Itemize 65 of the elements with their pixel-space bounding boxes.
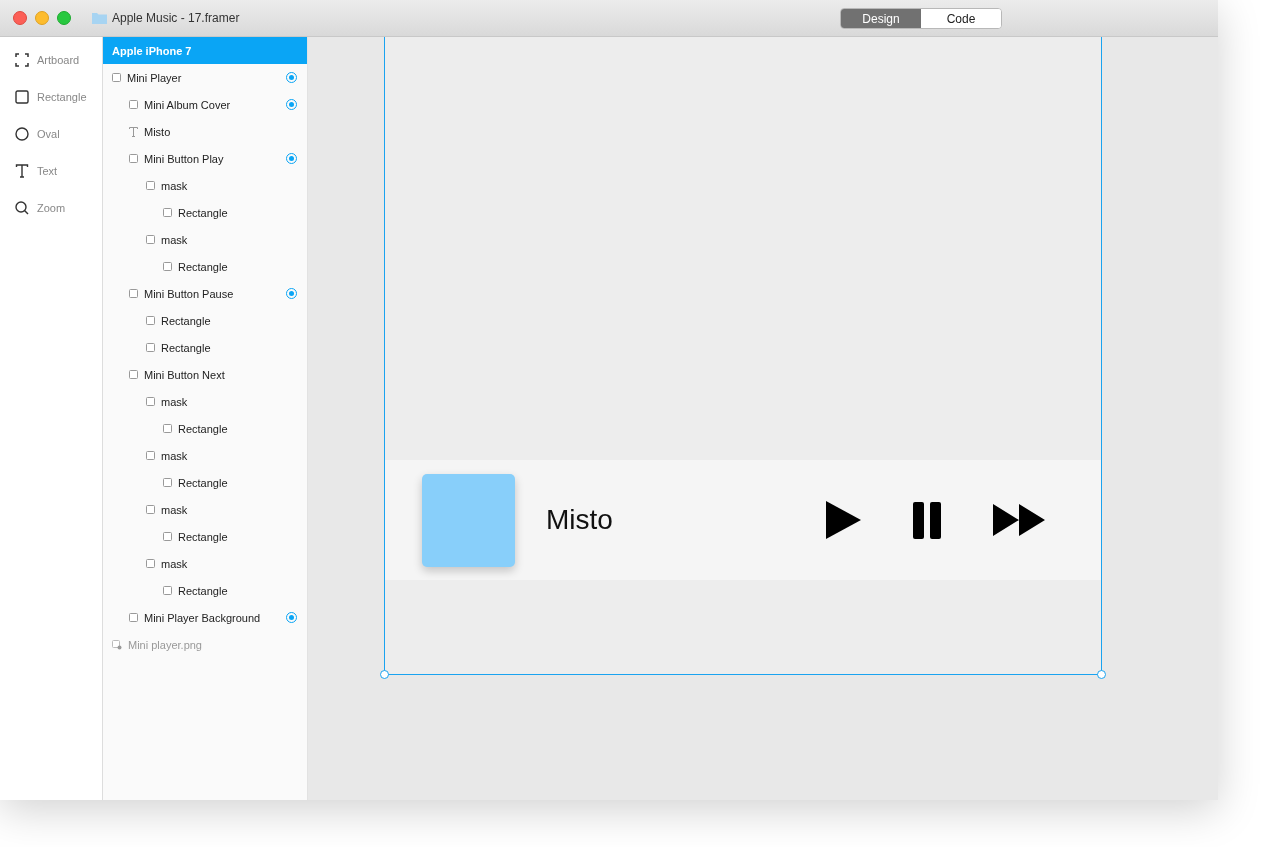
tool-button[interactable]: Zoom [0,197,102,219]
layer-row[interactable]: Mini Button Next [103,361,307,388]
song-title: Misto [546,504,614,536]
square-icon [129,100,138,109]
square-icon [163,586,172,595]
square-icon [146,451,155,460]
square-icon [129,370,138,379]
layer-row[interactable]: Mini Button Pause [103,280,307,307]
layer-row[interactable]: Rectangle [103,307,307,334]
square-icon [163,478,172,487]
square-icon [146,316,155,325]
square-icon [146,559,155,568]
artboard-icon [15,53,29,67]
square-icon [163,424,172,433]
pause-button[interactable] [913,501,941,539]
square-icon [163,532,172,541]
search-icon [15,201,29,215]
circle-icon [15,127,29,141]
square-icon [146,397,155,406]
layer-row[interactable]: Rectangle [103,253,307,280]
layer-row[interactable]: mask [103,442,307,469]
zoom-button[interactable] [57,11,71,25]
square-icon [129,613,138,622]
folder-icon [92,12,107,24]
layer-row[interactable]: Rectangle [103,577,307,604]
layer-row[interactable]: Rectangle [103,199,307,226]
square-icon [146,505,155,514]
fast-forward-button[interactable] [993,504,1045,536]
text-icon [15,164,29,178]
square-icon [163,208,172,217]
square-icon [163,262,172,271]
square-icon [15,90,29,104]
mode-tab[interactable]: Design [841,9,921,28]
tool-button[interactable]: Artboard [0,49,102,71]
tool-button[interactable]: Text [0,160,102,182]
window-title: Apple Music - 17.framer [112,11,240,25]
layer-row[interactable]: Misto [103,118,307,145]
image-file-icon [112,639,122,650]
tool-button[interactable]: Oval [0,123,102,145]
square-icon [129,289,138,298]
play-button[interactable] [826,501,861,539]
square-icon [112,73,121,82]
minimize-button[interactable] [35,11,49,25]
layer-row[interactable]: Rectangle [103,334,307,361]
layer-row[interactable]: Rectangle [103,523,307,550]
layer-row[interactable]: mask [103,388,307,415]
layer-row[interactable]: mask [103,550,307,577]
square-icon [129,154,138,163]
layer-row[interactable]: Mini Album Cover [103,91,307,118]
layer-row[interactable]: mask [103,172,307,199]
layer-row[interactable]: Mini Player [103,64,307,91]
text-icon [129,126,138,137]
layer-row[interactable]: Rectangle [103,469,307,496]
resize-handle[interactable] [380,670,389,679]
square-icon [146,235,155,244]
layer-row[interactable]: mask [103,496,307,523]
square-icon [146,181,155,190]
layer-row[interactable]: Rectangle [103,415,307,442]
layer-row[interactable]: Mini Player Background [103,604,307,631]
resize-handle[interactable] [1097,670,1106,679]
layer-row[interactable]: Mini Button Play [103,145,307,172]
layer-row[interactable]: mask [103,226,307,253]
tool-button[interactable]: Rectangle [0,86,102,108]
square-icon [146,343,155,352]
close-button[interactable] [13,11,27,25]
